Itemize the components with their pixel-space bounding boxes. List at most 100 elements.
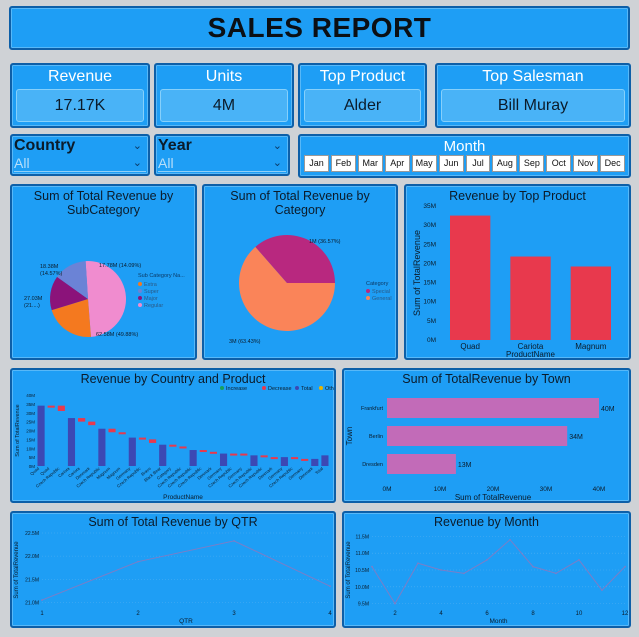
x-axis-title: Month <box>489 618 507 625</box>
x-tick-label: Magnum <box>575 342 606 351</box>
y-tick-label: 21.5M <box>25 577 39 583</box>
chevron-down-icon[interactable]: ⌄ <box>273 139 282 152</box>
town-bar-chart[interactable]: Frankfurt 40M Berlin 34M Dresden 13M 0M 10M 20M 3… <box>344 370 629 501</box>
year-dropdown[interactable]: All ⌄ <box>158 155 286 172</box>
waterfall-bar <box>57 405 65 411</box>
kpi-top-product[interactable]: Top Product Alder <box>298 63 427 128</box>
kpi-revenue[interactable]: Revenue 17.17K <box>10 63 150 128</box>
kpi-units[interactable]: Units 4M <box>154 63 294 128</box>
legend-marker <box>138 282 142 286</box>
waterfall-bar <box>189 450 197 466</box>
y-tick-label: 15M <box>26 437 35 442</box>
top-product-bar-chart[interactable]: 0M5M10M15M20M25M30M35MQuad Cariota MagnumP… <box>406 186 629 358</box>
data-point <box>601 589 603 592</box>
top-product-panel[interactable]: Revenue by Top Product 0M 5M 10M 15M 20M 25M 3… <box>404 184 631 360</box>
category-pie-panel[interactable]: Sum of Total Revenue by Category 1M (36.… <box>202 184 398 360</box>
month-button-may[interactable]: May <box>411 155 437 172</box>
x-axis-title: Sum of TotalRevenue <box>455 493 532 501</box>
month-button-sep[interactable]: Sep <box>519 155 545 172</box>
x-tick-label: 12 <box>622 611 629 617</box>
x-tick-label: 4 <box>439 611 443 617</box>
legend-entry: Extra <box>144 282 158 288</box>
data-point <box>329 585 331 588</box>
kpi-top-salesman[interactable]: Top Salesman Bill Muray <box>435 63 631 128</box>
data-point <box>624 565 626 568</box>
chevron-down-icon[interactable]: ⌄ <box>273 155 282 172</box>
x-axis-title: ProductName <box>506 350 555 358</box>
chevron-down-icon[interactable]: ⌄ <box>133 155 142 172</box>
y-tick-label: Berlin <box>369 434 383 440</box>
year-slicer[interactable]: Year ⌄ All ⌄ <box>154 134 290 176</box>
y-axis-title: Town <box>345 427 354 446</box>
y-tick-label: 10M <box>26 446 35 451</box>
bar <box>510 256 551 340</box>
data-point <box>578 559 580 561</box>
subcategory-pie-chart[interactable]: 62.58M (49.88%) 27.03M (21....) 18.38M (14.5… <box>12 186 195 358</box>
x-tick-label: 30M <box>540 486 553 493</box>
kpi-label: Revenue <box>47 68 113 85</box>
waterfall-bar <box>290 457 299 460</box>
data-point <box>555 572 557 575</box>
y-tick-label: 5M <box>427 318 436 325</box>
data-point <box>394 602 396 605</box>
subcategory-pie-panel[interactable]: Sum of Total Revenue by SubCategory 62.5… <box>10 184 197 360</box>
waterfall-bar <box>260 455 268 458</box>
y-tick-label: 40M <box>26 393 35 398</box>
waterfall-bar <box>98 428 106 466</box>
data-label: 18.38M (14.57%) <box>40 264 62 277</box>
dropdown-value: All <box>158 155 174 171</box>
data-point <box>233 539 235 542</box>
month-button-mar[interactable]: Mar <box>357 155 383 172</box>
waterfall-bar <box>199 450 207 453</box>
y-tick-label: 21.0M <box>25 600 39 606</box>
series-line <box>41 540 331 601</box>
legend-marker <box>262 386 266 390</box>
legend-entry: Total <box>301 386 313 392</box>
waterfall-chart[interactable]: IncreaseDecreaseTotalOther0M5M10M15M20M2… <box>12 370 334 501</box>
month-button-aug[interactable]: Aug <box>492 155 518 172</box>
month-button-dec[interactable]: Dec <box>600 155 626 172</box>
report-header: SALES REPORT <box>9 6 630 50</box>
month-button-oct[interactable]: Oct <box>546 155 572 172</box>
waterfall-bar <box>37 405 45 466</box>
country-slicer[interactable]: Country ⌄ All ⌄ <box>10 134 150 176</box>
legend-entry: Regular <box>144 303 163 309</box>
month-button-feb[interactable]: Feb <box>330 155 356 172</box>
waterfall-bar <box>159 444 167 466</box>
x-tick-label: Quad <box>460 342 480 351</box>
data-label: 3M (63.43%) <box>229 339 261 345</box>
month-buttons: Jan Feb Mar Apr May Jun Jul Aug Sep Oct Nov Dec <box>304 155 626 172</box>
waterfall-bar <box>88 421 96 426</box>
data-label: 62.58M (49.88%) <box>96 332 138 338</box>
month-line-chart[interactable]: 9.5M 10.0M 10.5M 11.0M 11.5M 2 4 6 8 10 12 Month Sum… <box>344 513 629 626</box>
chevron-down-icon[interactable]: ⌄ <box>133 139 142 152</box>
month-button-apr[interactable]: Apr <box>384 155 410 172</box>
month-slicer[interactable]: Month Jan Feb Mar Apr May Jun Jul Aug Sep Oct Nov D… <box>298 134 631 178</box>
data-label: 27.03M (21....) <box>24 296 43 309</box>
legend-marker <box>366 296 370 300</box>
month-button-jun[interactable]: Jun <box>438 155 464 172</box>
data-point <box>463 572 465 575</box>
y-axis-title: Sum of TotalRevenue <box>14 541 20 599</box>
town-panel[interactable]: Sum of TotalRevenue by Town Frankfurt 40M… <box>342 368 631 503</box>
y-tick-label: 22.5M <box>25 531 39 537</box>
data-point <box>440 569 442 571</box>
category-pie-chart[interactable]: 1M (36.57%) 3M (63.43%) Category SpecialGen… <box>204 186 396 358</box>
y-tick-label: 20M <box>423 260 436 267</box>
legend-entry: General <box>372 296 392 302</box>
month-button-jan[interactable]: Jan <box>304 155 329 172</box>
month-revenue-panel[interactable]: Revenue by Month 9.5M 10.0M 10.5M 11.0M 11.5… <box>342 511 631 628</box>
y-tick-label: 25M <box>423 241 436 248</box>
waterfall-bar <box>219 453 228 466</box>
qtr-line-chart[interactable]: 21.0M 21.5M 22.0M 22.5M 1 2 3 4 QTR Sum of TotalR… <box>12 513 334 626</box>
x-tick-label: 40M <box>593 486 606 493</box>
country-dropdown[interactable]: All ⌄ <box>14 155 146 172</box>
y-tick-label: 0M <box>427 337 436 344</box>
waterfall-bar <box>301 458 309 461</box>
x-tick-label: 0M <box>382 486 391 493</box>
month-button-nov[interactable]: Nov <box>573 155 599 172</box>
country-product-panel[interactable]: Revenue by Country and Product Increase D… <box>10 368 336 503</box>
x-tick-label: 4 <box>328 611 332 617</box>
qtr-panel[interactable]: Sum of Total Revenue by QTR 21.0M 21.5M 22… <box>10 511 336 628</box>
month-button-jul[interactable]: Jul <box>465 155 491 172</box>
